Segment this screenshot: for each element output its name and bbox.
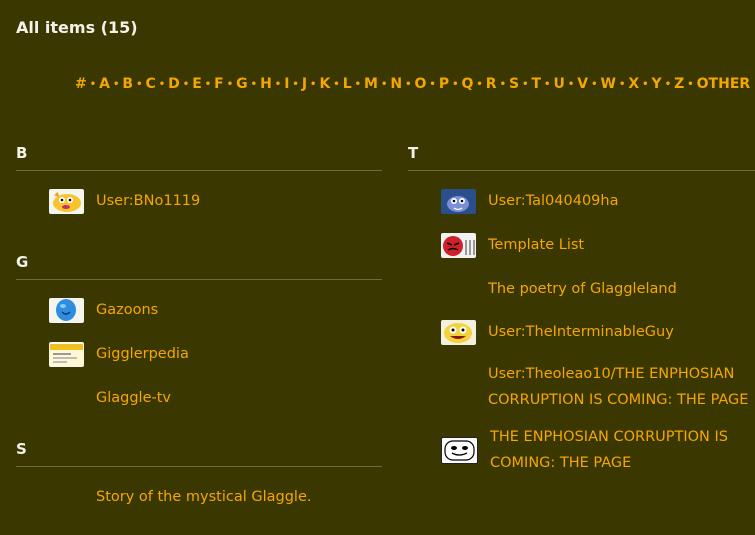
alpha-link-g[interactable]: G (236, 76, 248, 92)
item-link-bno1119[interactable]: User:BNo1119 (96, 188, 200, 214)
alphabet-nav: # • A • B • C • D • E • F • G • H • I • J • K • L • M… (75, 76, 751, 92)
group-heading-t: T (408, 140, 755, 171)
group-s: S Story of the mystical Glaggle. (16, 436, 382, 519)
alpha-link-e[interactable]: E (192, 76, 202, 92)
alpha-link-y[interactable]: Y (652, 76, 662, 92)
item-link-poetry-of-glaggleland[interactable]: The poetry of Glaggleland (488, 276, 677, 302)
group-b: B User:BNo1119 (16, 140, 382, 223)
blue-balloon-thumbnail[interactable] (49, 297, 84, 323)
item-link-glaggle-tv[interactable]: Glaggle-tv (96, 385, 171, 411)
alpha-link-s[interactable]: S (509, 76, 519, 92)
alpha-link-n[interactable]: N (390, 76, 402, 92)
group-t: T User:Tal040409ha Template List The poe… (408, 140, 755, 480)
alpha-link-m[interactable]: M (364, 76, 378, 92)
group-heading-g: G (16, 249, 382, 280)
alpha-link-f[interactable]: F (214, 76, 224, 92)
alpha-link-c[interactable]: C (145, 76, 155, 92)
item-link-template-list[interactable]: Template List (488, 232, 584, 258)
alpha-link-w[interactable]: W (600, 76, 615, 92)
list-item[interactable]: User:Theoleao10/THE ENPHOSIAN CORRUPTION… (441, 354, 755, 420)
alpha-link-x[interactable]: X (628, 76, 639, 92)
alpha-link-p[interactable]: P (439, 76, 449, 92)
alpha-link-other[interactable]: OTHER (697, 76, 751, 92)
alpha-link-z[interactable]: Z (674, 76, 684, 92)
yellow-grin-thumbnail[interactable] (441, 319, 476, 345)
yellow-sign-thumbnail[interactable] (49, 341, 84, 367)
alpha-link-v[interactable]: V (577, 76, 588, 92)
list-item[interactable]: THE ENPHOSIAN CORRUPTION IS COMING: THE … (441, 420, 755, 480)
red-face-thumbnail[interactable] (441, 232, 476, 258)
alpha-link-hash[interactable]: # (75, 76, 87, 92)
alpha-link-o[interactable]: O (415, 76, 427, 92)
alpha-link-a[interactable]: A (99, 76, 110, 92)
list-item[interactable]: User:Tal040409ha (441, 179, 755, 223)
alpha-link-q[interactable]: Q (461, 76, 473, 92)
list-item[interactable]: Story of the mystical Glaggle. (49, 475, 382, 519)
alpha-link-u[interactable]: U (553, 76, 564, 92)
right-column: T User:Tal040409ha Template List The poe… (408, 140, 755, 480)
list-item[interactable]: Template List (441, 223, 755, 267)
page-title: All items (15) (16, 18, 138, 37)
item-link-gazoons[interactable]: Gazoons (96, 297, 158, 323)
alpha-link-l[interactable]: L (343, 76, 352, 92)
alpha-link-d[interactable]: D (168, 76, 180, 92)
alpha-link-r[interactable]: R (486, 76, 497, 92)
group-g: G Gazoons Gigglerpedia Glaggle-tv (16, 249, 382, 420)
blue-character-thumbnail[interactable] (441, 188, 476, 214)
white-face-thumbnail[interactable] (441, 436, 478, 464)
item-link-story-of-the-mystical-glaggle[interactable]: Story of the mystical Glaggle. (96, 484, 312, 510)
list-item[interactable]: Gazoons (49, 288, 382, 332)
item-link-tal040409ha[interactable]: User:Tal040409ha (488, 188, 618, 214)
list-item[interactable]: Gigglerpedia (49, 332, 382, 376)
item-link-theinterminableguy[interactable]: User:TheInterminableGuy (488, 319, 674, 345)
left-column: B User:BNo1119 G Gazoons Gigglerpedia Gl… (16, 140, 382, 519)
list-item[interactable]: User:TheInterminableGuy (441, 310, 755, 354)
alpha-link-j[interactable]: J (302, 76, 307, 92)
alpha-link-i[interactable]: I (284, 76, 289, 92)
alpha-link-h[interactable]: H (260, 76, 272, 92)
group-heading-s: S (16, 436, 382, 467)
list-item[interactable]: The poetry of Glaggleland (441, 267, 755, 310)
alpha-link-t[interactable]: T (531, 76, 541, 92)
item-link-enphosian-corruption[interactable]: THE ENPHOSIAN CORRUPTION IS COMING: THE … (490, 424, 755, 476)
alpha-link-b[interactable]: B (122, 76, 133, 92)
yellow-cat-thumbnail[interactable] (49, 188, 84, 214)
item-link-theoleao10-enphosian[interactable]: User:Theoleao10/THE ENPHOSIAN CORRUPTION… (488, 361, 755, 413)
group-heading-b: B (16, 140, 382, 171)
item-link-gigglerpedia[interactable]: Gigglerpedia (96, 341, 189, 367)
list-item[interactable]: Glaggle-tv (49, 376, 382, 420)
list-item[interactable]: User:BNo1119 (49, 179, 382, 223)
alpha-link-k[interactable]: K (319, 76, 330, 92)
